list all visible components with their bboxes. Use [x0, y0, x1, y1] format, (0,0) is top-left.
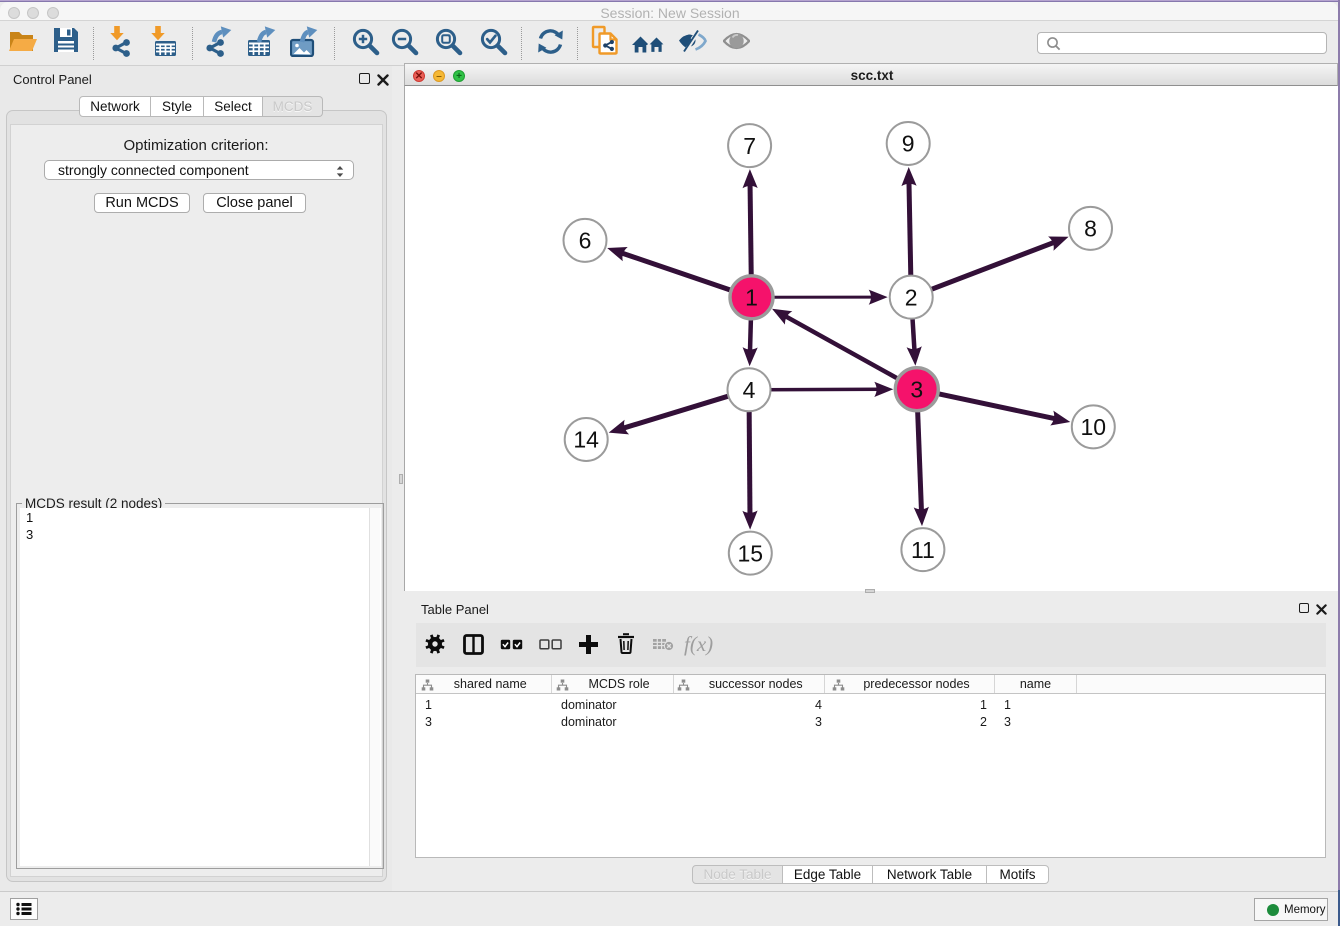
- svg-text:6: 6: [579, 228, 592, 254]
- svg-text:4: 4: [743, 377, 756, 403]
- svg-text:2: 2: [905, 284, 918, 310]
- svg-text:7: 7: [743, 133, 756, 159]
- svg-text:9: 9: [902, 131, 915, 157]
- svg-text:15: 15: [738, 540, 764, 566]
- svg-text:8: 8: [1084, 216, 1097, 242]
- svg-text:3: 3: [910, 376, 923, 402]
- svg-text:11: 11: [911, 537, 935, 563]
- svg-text:1: 1: [745, 285, 758, 311]
- svg-text:10: 10: [1081, 414, 1107, 440]
- svg-text:14: 14: [573, 427, 599, 453]
